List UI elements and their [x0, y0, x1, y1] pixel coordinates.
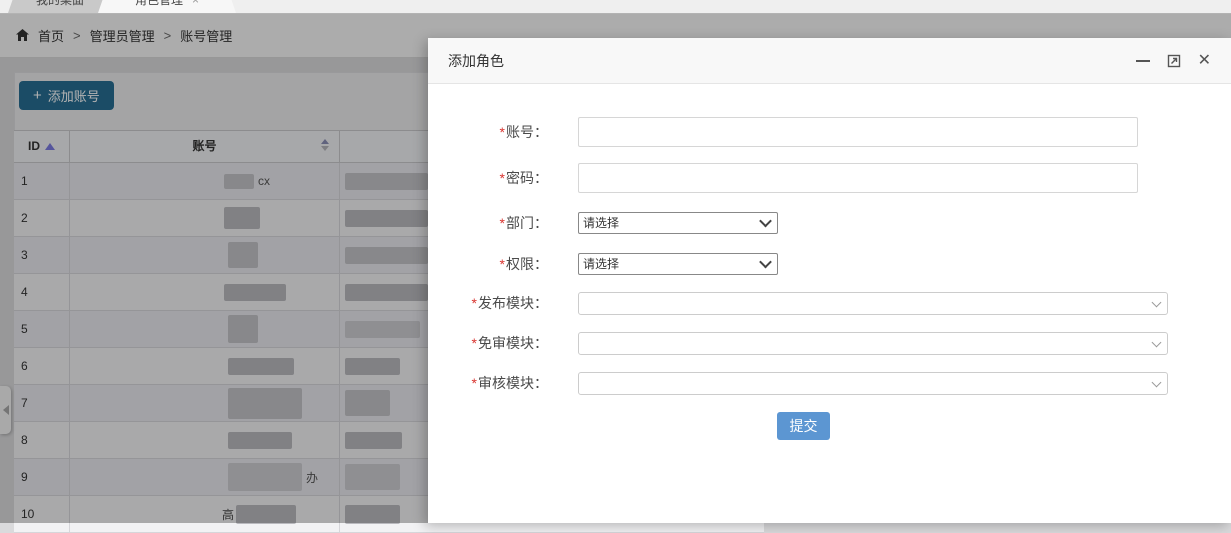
review-module-label: 审核模块：: [478, 375, 548, 391]
department-label: 部门：: [506, 215, 548, 231]
required-marker: *: [500, 256, 505, 272]
tab-role-management[interactable]: 角色管理 ×: [98, 0, 236, 13]
maximize-icon[interactable]: [1166, 53, 1182, 69]
department-select[interactable]: 请选择: [578, 212, 778, 234]
tab-label: 我的桌面: [36, 0, 84, 7]
required-marker: *: [500, 124, 505, 140]
close-icon[interactable]: ✕: [1198, 53, 1211, 69]
required-marker: *: [472, 295, 477, 311]
exempt-module-label: 免审模块：: [478, 335, 548, 351]
permission-label: 权限：: [506, 256, 548, 272]
required-marker: *: [472, 375, 477, 391]
account-label: 账号：: [506, 124, 548, 140]
form-row-department: *部门： 请选择: [428, 212, 1231, 234]
dialog-title: 添加角色: [448, 51, 504, 71]
add-role-dialog: 添加角色 ✕ *账号： *密码： *部门：: [428, 38, 1231, 523]
dialog-window-controls: ✕: [1136, 53, 1211, 69]
publish-module-label: 发布模块：: [478, 295, 548, 311]
form-row-exempt-module: *免审模块：: [428, 332, 1231, 355]
required-marker: *: [500, 215, 505, 231]
exempt-module-select[interactable]: [578, 332, 1168, 355]
submit-button[interactable]: 提交: [777, 412, 830, 440]
required-marker: *: [472, 335, 477, 351]
review-module-select[interactable]: [578, 372, 1168, 395]
form-row-permission: *权限： 请选择: [428, 253, 1231, 275]
password-input[interactable]: [578, 163, 1138, 193]
form-row-publish-module: *发布模块：: [428, 292, 1231, 315]
form-row-account: *账号：: [428, 117, 1231, 147]
add-role-form: *账号： *密码： *部门： 请选择 *权限： 请选择: [428, 117, 1231, 440]
form-row-password: *密码：: [428, 163, 1231, 193]
tab-bar: 我的桌面 角色管理 ×: [0, 0, 1231, 14]
tab-my-desktop[interactable]: 我的桌面: [8, 0, 112, 13]
tab-label: 角色管理: [135, 0, 183, 7]
dialog-header: 添加角色 ✕: [428, 38, 1231, 84]
permission-select[interactable]: 请选择: [578, 253, 778, 275]
form-row-review-module: *审核模块：: [428, 372, 1231, 395]
account-input[interactable]: [578, 117, 1138, 147]
publish-module-select[interactable]: [578, 292, 1168, 315]
required-marker: *: [500, 170, 505, 186]
minimize-icon[interactable]: [1136, 60, 1150, 62]
form-row-submit: 提交: [428, 412, 1231, 440]
tab-close-icon[interactable]: ×: [192, 0, 199, 13]
password-label: 密码：: [506, 170, 548, 186]
